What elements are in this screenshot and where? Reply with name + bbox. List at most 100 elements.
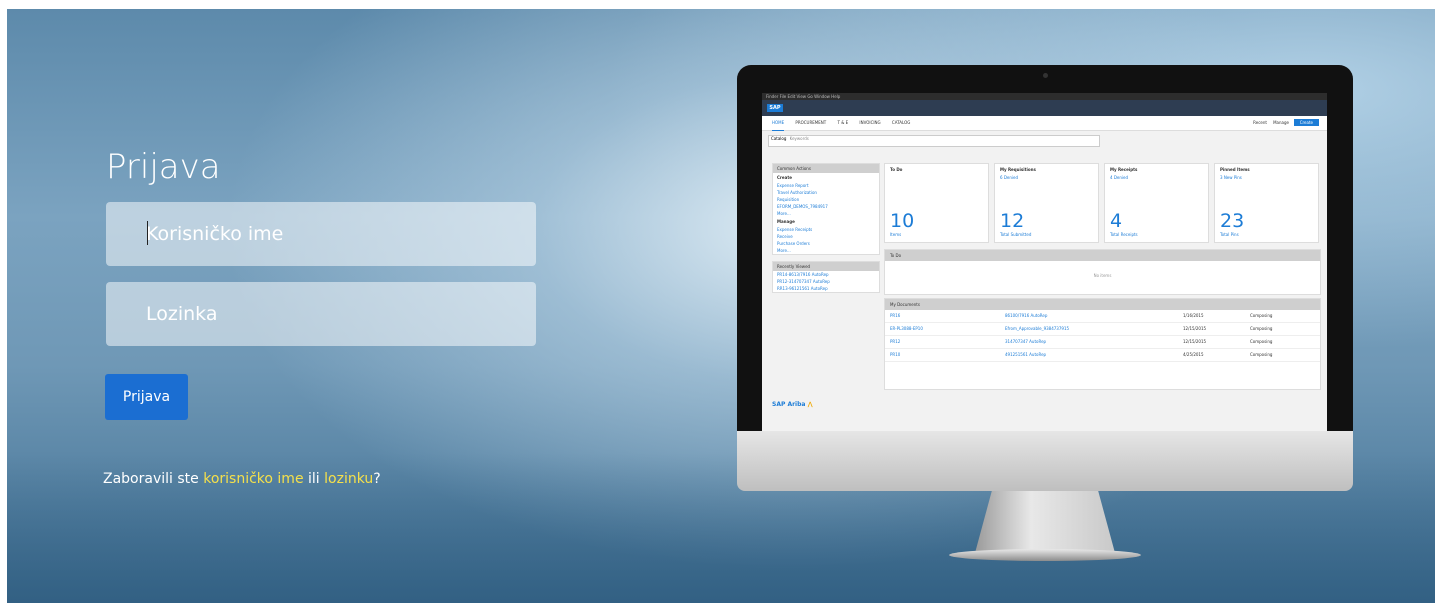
monitor-screen: Finder File Edit View Go Window Help SAP… [762, 93, 1327, 433]
doc-id: ER-PL3088-EP10 [890, 326, 923, 331]
sap-logo: SAP [767, 104, 783, 112]
card-caption: Total Submitted [1000, 232, 1032, 237]
password-input[interactable] [106, 282, 536, 346]
doc-id: PR16 [890, 313, 901, 318]
forgot-credentials-text: Zaboravili ste korisničko ime ili lozink… [103, 471, 381, 487]
doc-date: 1/16/2015 [1183, 313, 1204, 318]
forgot-password-link[interactable]: lozinku [324, 471, 373, 487]
monitor-base [949, 549, 1141, 561]
doc-date: 12/15/2015 [1183, 326, 1207, 331]
common-actions-panel: Common Actions Create Expense Report Tra… [772, 163, 880, 255]
login-background: Prijava Prijava Zaboravili ste korisničk… [7, 9, 1435, 603]
pinned-card: Pinned Items 3 New Pins 23 Total Pins [1214, 163, 1319, 243]
card-subtitle: 4 Denied [1110, 175, 1129, 180]
card-subtitle: 6 Denied [1000, 175, 1019, 180]
screen-tab: CATALOG [891, 120, 911, 125]
camera-icon [1043, 73, 1048, 78]
monitor-bezel: Finder File Edit View Go Window Help SAP… [737, 65, 1353, 455]
card-subtitle: 3 New Pins [1220, 175, 1242, 180]
ariba-logo: SAP Ariba ⋀ [772, 401, 813, 408]
monitor-stand [975, 491, 1115, 553]
text-cursor [147, 221, 148, 245]
action-link: Expense Receipts [777, 227, 813, 232]
action-link: Travel Authorization [777, 190, 817, 195]
action-link: EFORM_DEMOS_7984917 [777, 204, 828, 209]
mac-menu-bar: Finder File Edit View Go Window Help [762, 93, 1327, 100]
screen-footer: SAP Ariba ⋀ [772, 401, 813, 408]
doc-title: 86100/7916 AutoRep [1005, 313, 1048, 318]
common-actions-title: Common Actions [773, 164, 879, 173]
login-button[interactable]: Prijava [105, 374, 188, 420]
card-title: To Do [890, 167, 903, 172]
sap-header: SAP [762, 100, 1327, 116]
create-heading: Create [777, 175, 792, 180]
table-row: ER-PL3088-EP10 Efrom_Approvable_938473791… [885, 323, 1320, 336]
recent-link: PR14-8613/7916 AutoRep [777, 272, 829, 277]
doc-title: Efrom_Approvable_9384737915 [1005, 326, 1070, 331]
ariba-brand-text: SAP Ariba [772, 401, 806, 408]
todo-table: To Do No items [884, 249, 1321, 295]
forgot-username-link[interactable]: korisničko ime [203, 471, 303, 487]
screen-search-box: Catalog Keywords [768, 135, 1100, 147]
screen-search: Catalog Keywords [768, 135, 1321, 147]
screen-search-placeholder: Keywords [789, 136, 809, 141]
doc-status: Composing [1250, 352, 1273, 357]
username-input[interactable] [106, 202, 536, 266]
monitor-chin [737, 431, 1353, 491]
recent-link: PR12-314707347 AutoRep [777, 279, 830, 284]
card-title: My Receipts [1110, 167, 1138, 172]
todo-header: To Do [885, 250, 1320, 261]
card-title: Pinned Items [1220, 167, 1250, 172]
screen-cards: To Do 10 Items My Requisitions 6 Denied … [884, 163, 1319, 243]
documents-table: My Documents PR16 86100/7916 AutoRep 1/16/… [884, 298, 1321, 390]
doc-date: 12/15/2015 [1183, 339, 1207, 344]
doc-id: PR12 [890, 339, 901, 344]
doc-status: Composing [1250, 339, 1273, 344]
card-number: 4 [1110, 210, 1123, 232]
screen-tab: HOME [772, 116, 785, 131]
card-caption: Total Pins [1220, 232, 1239, 237]
table-row: PR16 86100/7916 AutoRep 1/16/2015 Composing [885, 310, 1320, 323]
forgot-prefix: Zaboravili ste [103, 471, 204, 487]
doc-id: PR10 [890, 352, 901, 357]
doc-title: 314707347 AutoRep [1005, 339, 1047, 344]
login-title: Prijava [106, 147, 221, 187]
recent-link: RR13-96121561 AutoRep [777, 286, 828, 291]
recently-viewed-panel: Recently Viewed PR14-8613/7916 AutoRep P… [772, 261, 880, 293]
screen-tab: T & E [837, 120, 849, 125]
todo-empty: No items [1093, 273, 1112, 278]
table-row: PR10 491251561 AutoRep 4/25/2015 Composing [885, 349, 1320, 362]
action-link: Receive [777, 234, 793, 239]
screen-search-scope: Catalog [771, 136, 787, 141]
card-number: 10 [890, 210, 915, 232]
action-link: Expense Report [777, 183, 809, 188]
action-link: Purchase Orders [777, 241, 810, 246]
table-row: PR12 314707347 AutoRep 12/15/2015 Composing [885, 336, 1320, 349]
ariba-wing-icon: ⋀ [807, 401, 813, 408]
screen-tab: PROCUREMENT [795, 120, 827, 125]
documents-header: My Documents [885, 299, 1320, 310]
screen-left-column: Common Actions Create Expense Report Tra… [772, 163, 880, 299]
card-title: My Requisitions [1000, 167, 1036, 172]
screen-recent: Recent [1253, 120, 1267, 125]
card-caption: Total Receipts [1110, 232, 1138, 237]
screen-tabs: HOME PROCUREMENT T & E INVOICING CATALOG… [762, 116, 1327, 131]
manage-heading: Manage [777, 219, 795, 224]
doc-status: Composing [1250, 313, 1273, 318]
card-number: 12 [1000, 210, 1025, 232]
receipts-card: My Receipts 4 Denied 4 Total Receipts [1104, 163, 1209, 243]
screen-create-button: Create [1293, 119, 1319, 126]
action-link: More... [777, 248, 791, 253]
forgot-middle: ili [303, 471, 325, 487]
forgot-suffix: ? [373, 471, 381, 487]
recently-viewed-title: Recently Viewed [773, 262, 879, 271]
doc-date: 4/25/2015 [1183, 352, 1204, 357]
screen-tab: INVOICING [859, 120, 881, 125]
login-form: Prijava Prijava Zaboravili ste korisničk… [103, 139, 546, 487]
card-number: 23 [1220, 210, 1245, 232]
action-link: More... [777, 211, 791, 216]
todo-card: To Do 10 Items [884, 163, 989, 243]
screen-manage: Manage [1273, 120, 1289, 125]
doc-status: Composing [1250, 326, 1273, 331]
doc-title: 491251561 AutoRep [1005, 352, 1047, 357]
